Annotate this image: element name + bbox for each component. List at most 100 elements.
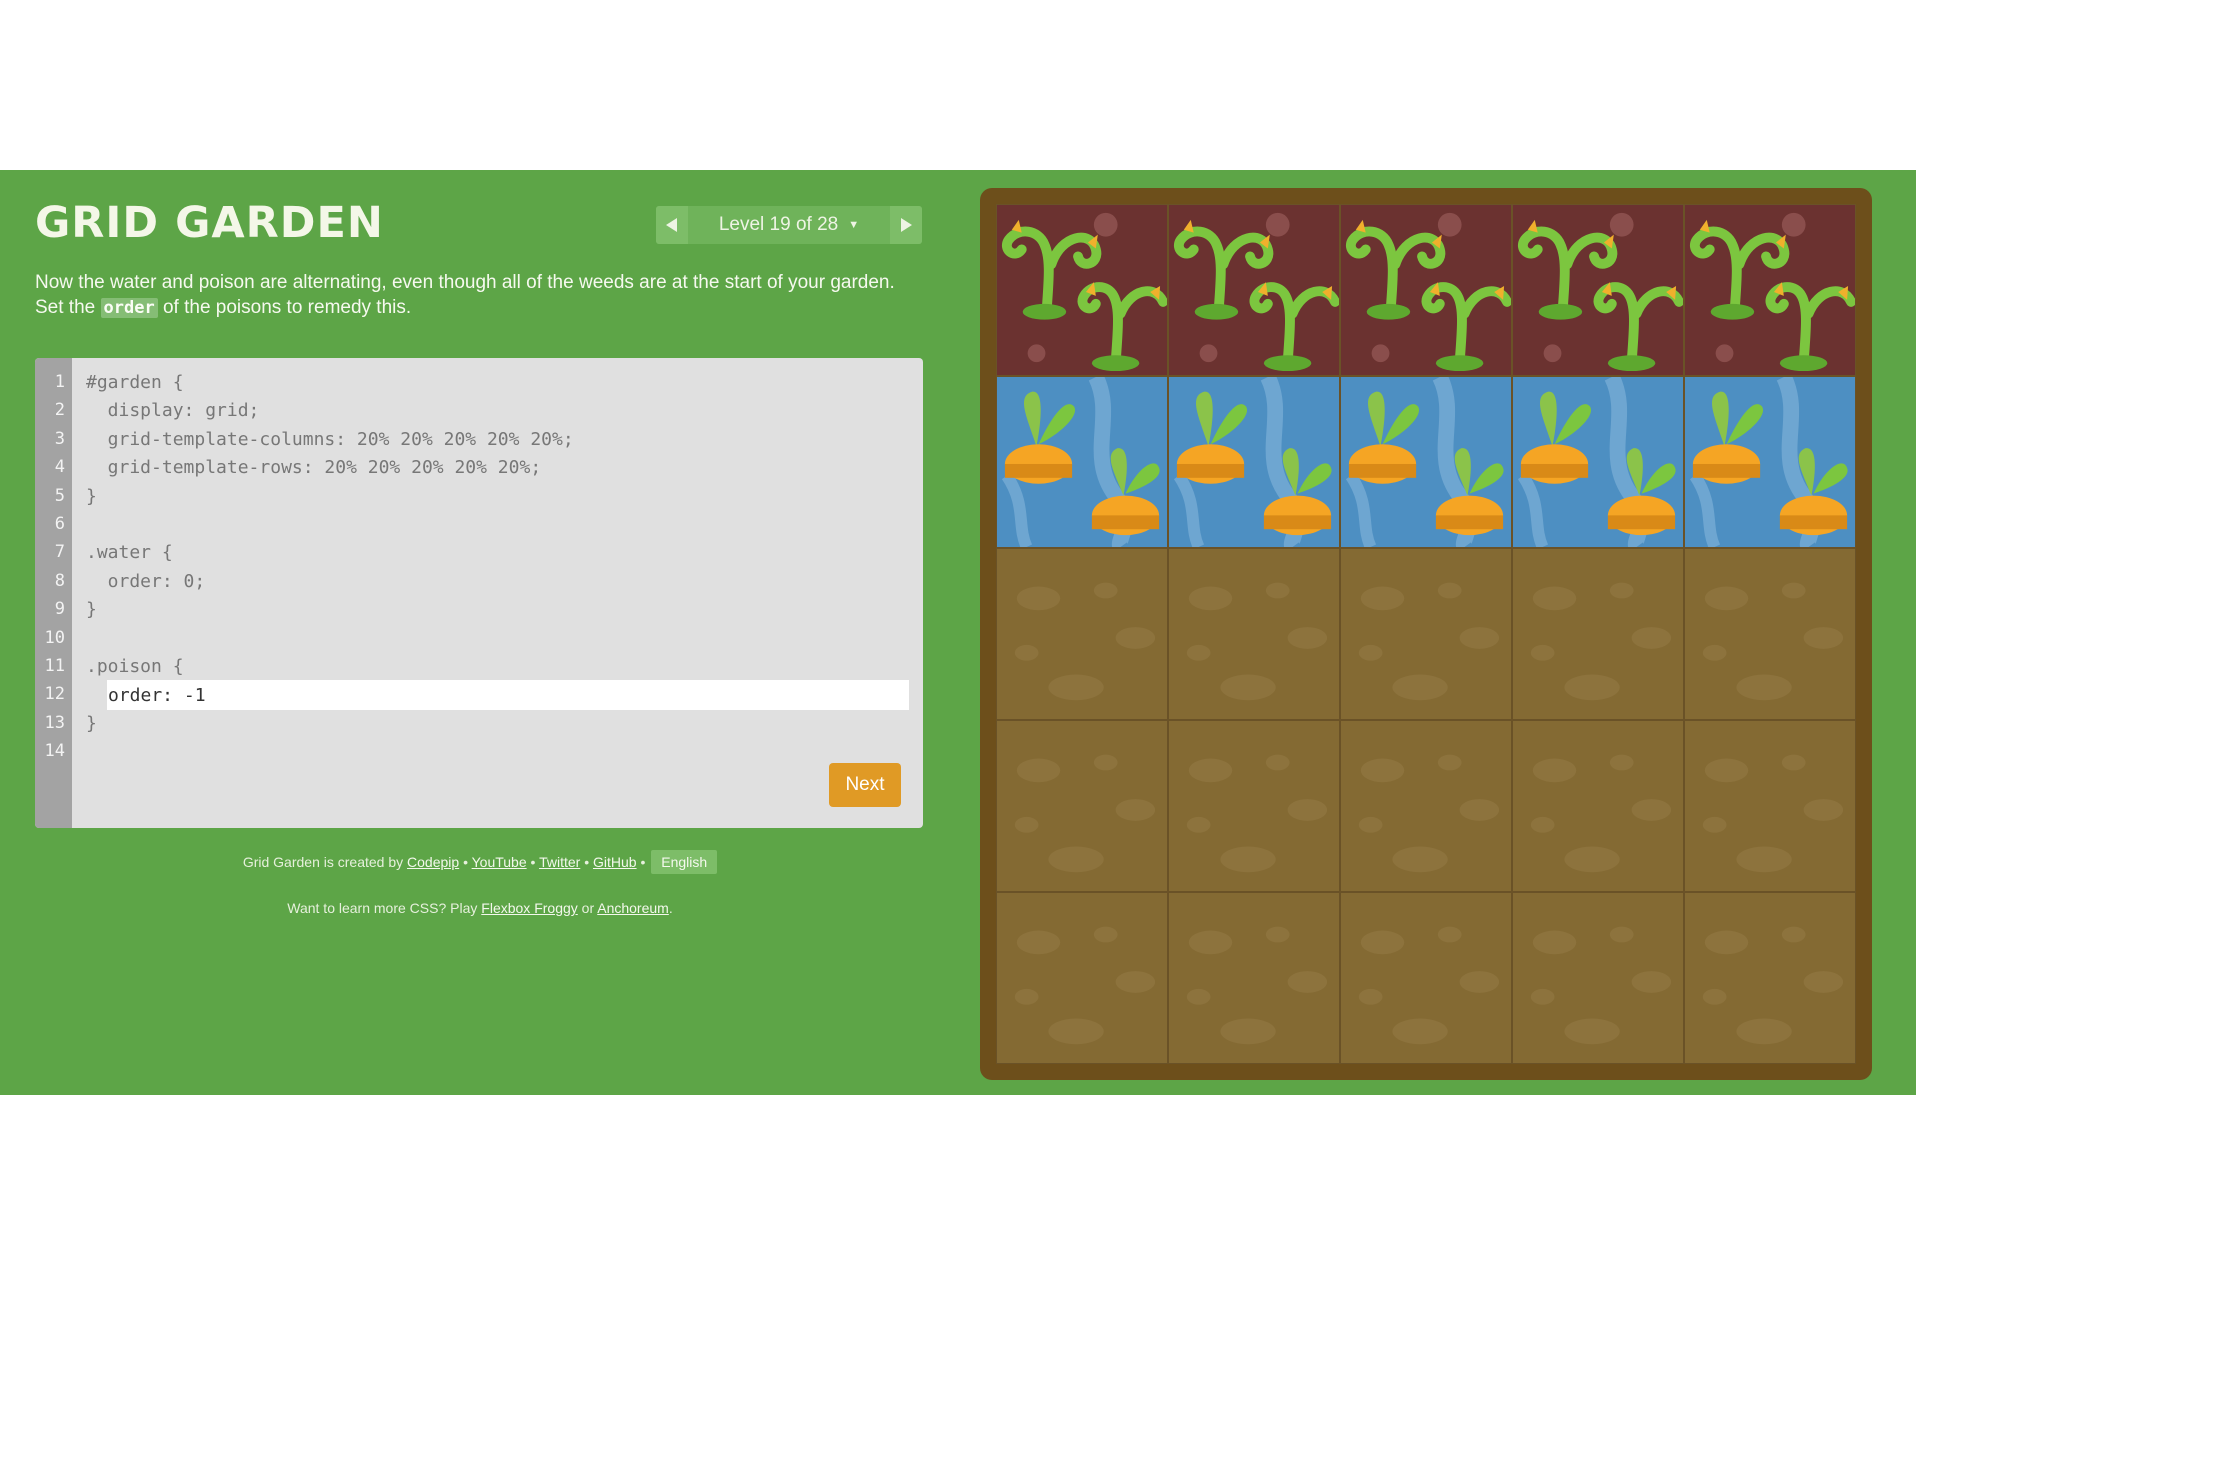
line-number: 6 [54, 514, 65, 534]
language-button[interactable]: English [651, 850, 718, 874]
separator: • [463, 854, 468, 870]
line-number: 11 [44, 656, 65, 676]
codepip-link[interactable]: Codepip [407, 854, 459, 870]
carrot-sprout-icon [1517, 377, 1676, 547]
page-title: GRID GARDEN [35, 198, 384, 248]
weed-tile [996, 204, 1168, 376]
code-line: .poison { [86, 656, 184, 677]
soil-texture-icon [1186, 926, 1328, 1045]
soil-tile [1168, 892, 1340, 1064]
next-level-button[interactable] [890, 206, 922, 244]
soil-tile [1340, 548, 1512, 720]
separator: • [584, 854, 590, 870]
soil-tile [1340, 892, 1512, 1064]
line-number: 5 [54, 485, 65, 506]
garden-frame [980, 188, 1872, 1080]
soil-texture-icon [1702, 582, 1844, 701]
weed-icon [1002, 212, 1167, 372]
code-line: grid-template-rows: 20% 20% 20% 20% 20%; [86, 457, 542, 479]
soil-texture-icon [1358, 582, 1500, 701]
soil-texture-icon [1014, 582, 1156, 701]
code-line: } [86, 712, 97, 734]
soil-texture-icon [1702, 926, 1844, 1045]
soil-texture-icon [1530, 926, 1672, 1045]
code-line: grid-template-columns: 20% 20% 20% 20% 2… [86, 428, 574, 450]
instructions: Now the water and poison are alternating… [35, 270, 925, 321]
line-number: 3 [54, 428, 65, 449]
youtube-link[interactable]: YouTube [472, 854, 527, 870]
soil-tile [996, 720, 1168, 892]
line-number: 2 [54, 400, 65, 421]
soil-tile [1684, 892, 1856, 1064]
learn-more: Want to learn more CSS? Play Flexbox Fro… [35, 900, 925, 916]
weed-icon [1690, 212, 1855, 372]
line-number: 13 [44, 712, 65, 733]
css-editor: 1 2 3 4 5 6 7 8 9 10 11 12 13 14 #garden { display: g… [35, 358, 923, 828]
anchoreum-link[interactable]: Anchoreum [597, 900, 669, 916]
triangle-left-icon [666, 218, 677, 232]
code-line: #garden { [86, 372, 184, 393]
soil-tile [996, 892, 1168, 1064]
css-answer-input[interactable] [107, 680, 909, 710]
garden-grid [996, 204, 1856, 1064]
water-tile [996, 376, 1168, 548]
code-line: } [86, 599, 97, 621]
weed-icon [1518, 212, 1683, 372]
line-number: 8 [54, 570, 65, 591]
carrot-sprout-icon [1001, 377, 1160, 547]
credits-prefix: Grid Garden is created by [242, 854, 404, 870]
weed-tile [1168, 204, 1340, 376]
water-tile [1512, 376, 1684, 548]
water-tile [1684, 376, 1856, 548]
separator: • [530, 854, 536, 870]
next-button[interactable]: Next [829, 763, 901, 807]
instructions-text-after: of the poisons to remedy this. [162, 297, 412, 318]
soil-texture-icon [1358, 754, 1500, 873]
soil-tile [1512, 892, 1684, 1064]
line-number: 10 [44, 627, 65, 648]
soil-tile [1684, 720, 1856, 892]
line-number: 12 [44, 684, 65, 705]
credits: Grid Garden is created by Codepip • YouT… [35, 850, 925, 874]
soil-texture-icon [1014, 754, 1156, 873]
soil-texture-icon [1530, 582, 1672, 701]
soil-tile [1168, 548, 1340, 720]
code-line: .water { [86, 542, 173, 564]
github-link[interactable]: GitHub [593, 854, 637, 870]
line-number: 7 [54, 542, 65, 563]
instructions-keyword: order [100, 298, 158, 318]
soil-tile [996, 548, 1168, 720]
carrot-sprout-icon [1173, 377, 1332, 547]
separator: • [640, 854, 646, 870]
learn-more-or: or [581, 900, 595, 916]
line-number: 4 [54, 457, 65, 478]
flexbox-froggy-link[interactable]: Flexbox Froggy [481, 900, 577, 916]
code-line: display: grid; [86, 400, 260, 422]
soil-tile [1340, 720, 1512, 892]
caret-down-icon: ▼ [848, 219, 860, 231]
weed-icon [1174, 212, 1339, 372]
weed-tile [1684, 204, 1856, 376]
soil-texture-icon [1186, 582, 1328, 701]
carrot-sprout-icon [1689, 377, 1848, 547]
learn-more-prefix: Want to learn more CSS? Play [287, 900, 478, 916]
water-tile [1168, 376, 1340, 548]
weed-tile [1340, 204, 1512, 376]
level-indicator[interactable]: Level 19 of 28 ▼ [688, 206, 890, 244]
twitter-link[interactable]: Twitter [539, 854, 580, 870]
soil-tile [1512, 548, 1684, 720]
level-navigation: Level 19 of 28 ▼ [656, 206, 922, 244]
soil-texture-icon [1358, 926, 1500, 1045]
water-tile [1340, 376, 1512, 548]
line-number-gutter: 1 2 3 4 5 6 7 8 9 10 11 12 13 14 [35, 358, 72, 828]
soil-texture-icon [1014, 926, 1156, 1045]
code-line: } [86, 485, 97, 507]
level-label: Level 19 of 28 [718, 214, 839, 235]
game-app: GRID GARDEN Level 19 of 28 ▼ Now the wat… [0, 170, 1916, 1095]
soil-tile [1684, 548, 1856, 720]
previous-level-button[interactable] [656, 206, 688, 244]
soil-texture-icon [1702, 754, 1844, 873]
carrot-sprout-icon [1345, 377, 1504, 547]
triangle-right-icon [901, 218, 912, 232]
soil-texture-icon [1530, 754, 1672, 873]
